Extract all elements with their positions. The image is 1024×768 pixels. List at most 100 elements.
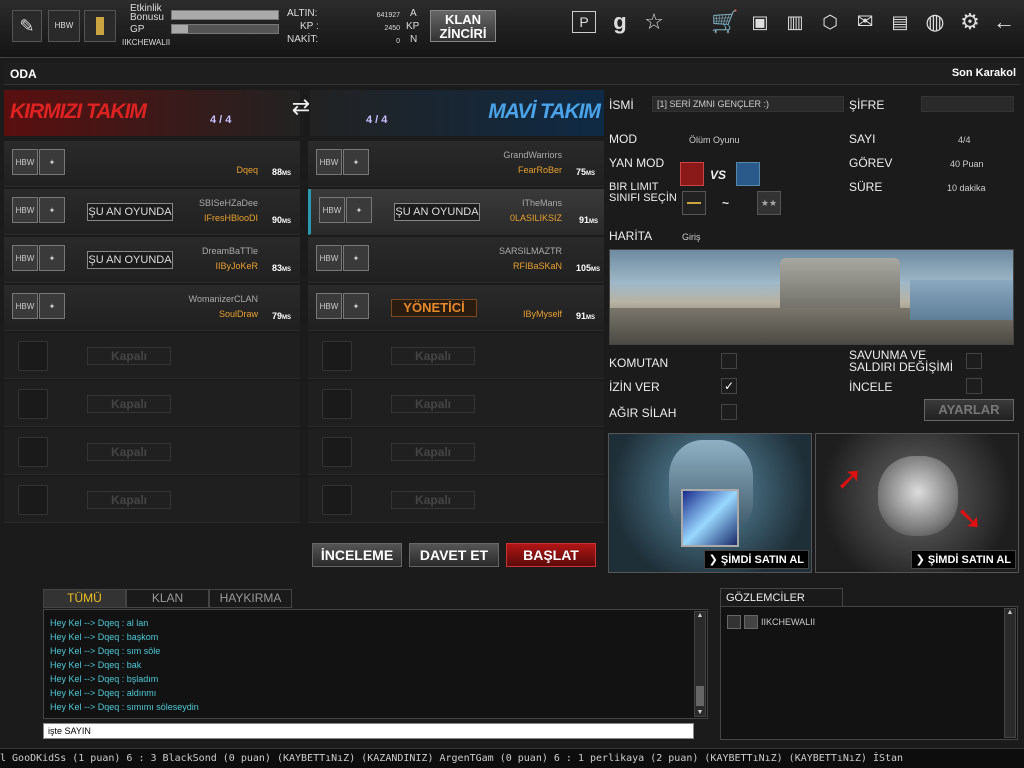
player-name[interactable]: IFresHBlooDI bbox=[204, 213, 258, 223]
red_team-slot-1[interactable]: HBW ✦ Dqeq 88MS bbox=[4, 141, 300, 187]
chat-message: Hey Kel --> Dqeq : sımımı söleseydin bbox=[50, 702, 199, 712]
rank-badge-icon: ✦ bbox=[346, 197, 372, 223]
blue_team-slot-2[interactable]: HBW ✦ ŞU AN OYUNDA ITheMans 0LASILIKSIZ 91MS bbox=[308, 189, 604, 235]
komutan-checkbox[interactable] bbox=[721, 353, 737, 369]
baslat-button[interactable]: BAŞLAT bbox=[506, 543, 596, 567]
closed-slot-button[interactable]: Kapalı bbox=[87, 491, 171, 509]
player-name[interactable]: Dqeq bbox=[236, 165, 258, 175]
red_team-slot-5[interactable]: Kapalı bbox=[4, 333, 300, 379]
player-name[interactable]: 0LASILIKSIZ bbox=[510, 213, 562, 223]
top-bar: ✎ HBW Etkinlik Bonusu GP IIKCHEWALII ALT… bbox=[0, 0, 1024, 58]
closed-slot-button[interactable]: Kapalı bbox=[87, 347, 171, 365]
globe-icon[interactable]: ◍ bbox=[921, 8, 949, 36]
chat-tab-2[interactable]: KLAN bbox=[126, 589, 209, 608]
chat-input[interactable] bbox=[43, 723, 694, 739]
blue_team-slot-3[interactable]: HBW ✦ SARSILMAZTR RFIBaSKaN 105MS bbox=[308, 237, 604, 283]
blue-team-title: MAVİ TAKIM bbox=[310, 90, 604, 136]
clan-emblem-icon: HBW bbox=[316, 245, 342, 271]
book-icon[interactable]: ▥ bbox=[781, 8, 809, 36]
g-icon[interactable]: g bbox=[606, 8, 634, 36]
blue_team-slot-8[interactable]: Kapalı bbox=[308, 477, 604, 523]
p-icon[interactable]: P bbox=[572, 11, 596, 33]
buy-now-button-2[interactable]: ❯ ŞİMDİ SATIN AL bbox=[910, 550, 1016, 569]
swap-team-icon[interactable]: ⇄ bbox=[288, 94, 314, 124]
agir-silah-checkbox[interactable] bbox=[721, 404, 737, 420]
closed-slot-button[interactable]: Kapalı bbox=[87, 443, 171, 461]
mod-label: MOD bbox=[609, 132, 637, 146]
blue-team-count: 4 / 4 bbox=[366, 114, 388, 126]
clan-emblem-icon: HBW bbox=[12, 245, 38, 271]
min-rank-selector[interactable] bbox=[682, 191, 706, 215]
back-arrow-icon[interactable]: ← bbox=[990, 8, 1018, 36]
red-team-title: KIRMIZI TAKIM bbox=[4, 90, 300, 136]
sayi-value: 4/4 bbox=[958, 135, 971, 145]
gear-icon[interactable]: ⚙ bbox=[956, 8, 984, 36]
sayi-label: SAYI bbox=[849, 132, 876, 146]
gp-bar bbox=[171, 24, 279, 34]
password-field[interactable] bbox=[921, 96, 1014, 112]
red_team-slot-7[interactable]: Kapalı bbox=[4, 429, 300, 475]
agir-silah-label: AĞIR SİLAH bbox=[609, 406, 677, 420]
map-preview-image[interactable] bbox=[609, 249, 1014, 345]
rank-icon bbox=[727, 615, 741, 629]
max-rank-selector[interactable]: ★★ bbox=[757, 191, 781, 215]
red_team-slot-6[interactable]: Kapalı bbox=[4, 381, 300, 427]
closed-slot-button[interactable]: Kapalı bbox=[87, 395, 171, 413]
profile-card-icon[interactable]: ▤ bbox=[886, 8, 914, 36]
star-icon[interactable]: ☆ bbox=[640, 8, 668, 36]
player-name[interactable]: IIByJoKeR bbox=[215, 261, 258, 271]
chat-scrollbar[interactable]: ▲ ▼ bbox=[694, 611, 706, 717]
clan-emblem-icon: HBW bbox=[12, 293, 38, 319]
player-name[interactable]: SoulDraw bbox=[219, 309, 258, 319]
mail-icon[interactable]: ✉ bbox=[851, 8, 879, 36]
klan-zinciri-button[interactable]: KLAN ZİNCİRİ bbox=[430, 10, 496, 42]
closed-slot-button[interactable]: Kapalı bbox=[391, 491, 475, 509]
closed-slot-button[interactable]: Kapalı bbox=[391, 443, 475, 461]
ayarlar-button[interactable]: AYARLAR bbox=[924, 399, 1014, 421]
cart-icon[interactable]: 🛒 bbox=[711, 8, 739, 36]
buy-now-button-1[interactable]: ❯ ŞİMDİ SATIN AL bbox=[703, 550, 809, 569]
harita-label: HARİTA bbox=[609, 229, 653, 243]
red_team-slot-8[interactable]: Kapalı bbox=[4, 477, 300, 523]
player-name[interactable]: RFIBaSKaN bbox=[513, 261, 562, 271]
crystal-item-icon bbox=[681, 489, 739, 547]
yan-mod-label: YAN MOD bbox=[609, 156, 665, 170]
promo-skull-banner[interactable]: ➚ ➘ ❯ ŞİMDİ SATIN AL bbox=[815, 433, 1019, 573]
izin-ver-checkbox[interactable]: ✓ bbox=[721, 378, 737, 394]
observer-row[interactable]: IIKCHEWALII bbox=[727, 615, 815, 629]
red_team-slot-2[interactable]: HBW ✦ ŞU AN OYUNDA SBISeHZaDee IFresHBlooDI 9… bbox=[4, 189, 300, 235]
izin-ver-label: İZİN VER bbox=[609, 380, 660, 394]
chat-tab-1[interactable]: TÜMÜ bbox=[43, 589, 126, 608]
closed-slot-button[interactable]: Kapalı bbox=[391, 347, 475, 365]
nakit-unit: N bbox=[410, 34, 418, 45]
red-arrow-left-icon: ➚ bbox=[836, 460, 863, 496]
observers-scrollbar[interactable]: ▲ bbox=[1004, 608, 1016, 738]
cube-icon[interactable]: ⬡ bbox=[816, 8, 844, 36]
player-clan: SBISeHZaDee bbox=[198, 198, 258, 208]
empty-slot-icon bbox=[18, 341, 48, 371]
player-clan: SARSILMAZTR bbox=[498, 246, 562, 256]
chat-tab-3[interactable]: HAYKIRMA bbox=[209, 589, 292, 608]
room-name-field[interactable]: [1] SERİ ZMNI GENÇLER :) bbox=[652, 96, 844, 112]
promo-werewolf-banner[interactable]: ❯ ŞİMDİ SATIN AL bbox=[608, 433, 812, 573]
red_team-slot-4[interactable]: HBW ✦ WomanizerCLAN SoulDraw 79MS bbox=[4, 285, 300, 331]
player-name[interactable]: IByMyself bbox=[523, 309, 562, 319]
red-team-mod-icon[interactable] bbox=[680, 162, 704, 186]
incele-checkbox[interactable] bbox=[966, 378, 982, 394]
blue-team-mod-icon[interactable] bbox=[736, 162, 760, 186]
notepad-icon[interactable]: ✎ bbox=[12, 10, 42, 42]
closed-slot-button[interactable]: Kapalı bbox=[391, 395, 475, 413]
blue_team-slot-1[interactable]: HBW ✦ GrandWarriors FearRoBer 75MS bbox=[308, 141, 604, 187]
blue_team-slot-6[interactable]: Kapalı bbox=[308, 381, 604, 427]
room-map-name: Son Karakol bbox=[951, 67, 1016, 79]
blue_team-slot-7[interactable]: Kapalı bbox=[308, 429, 604, 475]
player-name[interactable]: FearRoBer bbox=[518, 165, 562, 175]
davet-et-button[interactable]: DAVET ET bbox=[409, 543, 499, 567]
blue_team-slot-5[interactable]: Kapalı bbox=[308, 333, 604, 379]
red_team-slot-3[interactable]: HBW ✦ ŞU AN OYUNDA DreamBaTTle IIByJoKeR 83MS bbox=[4, 237, 300, 283]
inceleme-button[interactable]: İNCELEME bbox=[312, 543, 402, 567]
blue_team-slot-4[interactable]: HBW ✦ YÖNETİCİ IByMyself 91MS bbox=[308, 285, 604, 331]
briefcase-icon[interactable]: ▣ bbox=[746, 8, 774, 36]
savunma-checkbox[interactable] bbox=[966, 353, 982, 369]
username: IIKCHEWALII bbox=[122, 38, 171, 47]
